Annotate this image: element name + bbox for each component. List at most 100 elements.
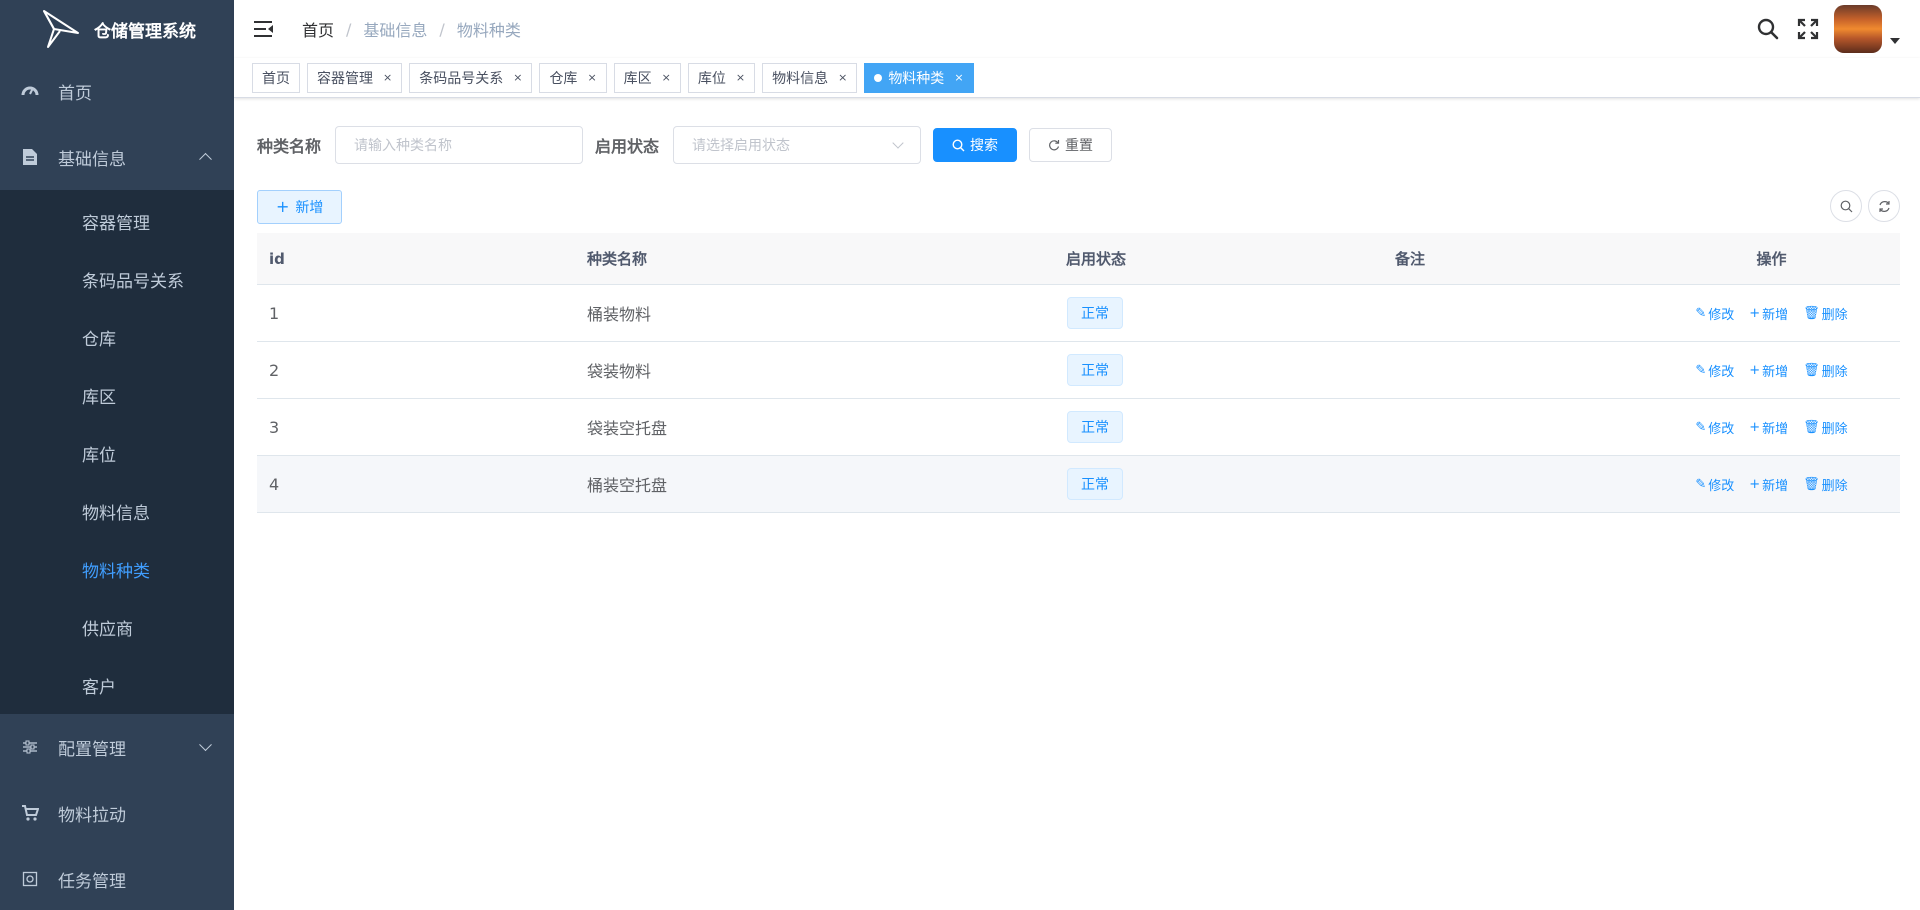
sidebar-item-supplier[interactable]: 供应商 [0,598,234,656]
tag-zone[interactable]: 库区 × [613,62,681,93]
cart-icon [20,803,40,823]
edit-icon: ✎ [1695,476,1707,492]
tag-home[interactable]: 首页 [252,62,300,93]
hamburger-icon[interactable] [254,20,274,38]
refresh-button[interactable] [1868,190,1900,222]
edit-button[interactable]: ✎ 修改 [1695,418,1734,437]
table-row: 4 桶装空托盘 正常 ✎ 修改 + 新增 🗑︎ 删除 [257,456,1900,513]
breadcrumb-basic-info: 基础信息 [363,21,428,40]
fullscreen-icon[interactable] [1796,17,1820,41]
cell-status: 正常 [1037,411,1257,443]
toggle-search-button[interactable] [1830,190,1862,222]
select-placeholder: 请选择启用状态 [692,138,791,154]
sidebar-item-customer[interactable]: 客户 [0,656,234,714]
tag-warehouse[interactable]: 仓库 × [539,62,607,93]
sidebar-item-container[interactable]: 容器管理 [0,192,234,250]
logo: 仓储管理系统 [0,0,234,58]
sidebar-item-label: 首页 [58,83,92,104]
sidebar-item-tasks[interactable]: 任务管理 [0,846,234,910]
add-child-button[interactable]: + 新增 [1749,361,1788,380]
sidebar-item-location[interactable]: 库位 [0,424,234,482]
delete-button[interactable]: 🗑︎ 删除 [1803,361,1848,380]
cell-ops: ✎ 修改 + 新增 🗑︎ 删除 [1643,418,1900,437]
search-icon[interactable] [1756,17,1780,41]
cell-id: 2 [269,360,280,380]
status-select[interactable]: 请选择启用状态 [673,126,922,164]
task-icon [20,869,40,889]
sidebar-item-label: 任务管理 [58,871,126,892]
sidebar-item-home[interactable]: 首页 [0,58,234,124]
edit-icon: ✎ [1695,362,1707,378]
sidebar-item-config[interactable]: 配置管理 [0,714,234,780]
sidebar-item-material-info[interactable]: 物料信息 [0,482,234,540]
right-menu [1756,0,1920,58]
tag-label: 物料信息 [772,70,829,87]
tag-container[interactable]: 容器管理 × [307,62,403,93]
cell-status: 正常 [1037,468,1257,500]
add-child-button[interactable]: + 新增 [1749,418,1788,437]
close-icon[interactable]: × [383,71,392,84]
breadcrumb-separator: / [346,19,352,39]
edit-button[interactable]: ✎ 修改 [1695,304,1734,323]
tag-barcode[interactable]: 条码品号关系 × [409,62,533,93]
column-header-id: id [269,249,285,268]
edit-button[interactable]: ✎ 修改 [1695,361,1734,380]
close-icon[interactable]: × [513,71,522,84]
tag-location[interactable]: 库位 × [687,62,756,93]
add-label: 新增 [1762,307,1789,323]
caret-down-icon[interactable] [1890,38,1900,44]
reset-button[interactable]: 重置 [1029,128,1113,162]
close-icon[interactable]: × [954,71,963,84]
sidebar-item-warehouse[interactable]: 仓库 [0,308,234,366]
sidebar-item-label: 物料拉动 [58,805,126,826]
tag-label: 容器管理 [317,70,373,87]
add-child-button[interactable]: + 新增 [1749,304,1788,323]
cell-id: 1 [269,303,280,323]
sidebar-item-basic-info[interactable]: 基础信息 [0,124,234,190]
avatar[interactable] [1834,5,1882,53]
bird-logo-icon [43,10,79,48]
breadcrumb-home[interactable]: 首页 [302,17,334,41]
tag-label: 物料种类 [888,70,945,87]
close-icon[interactable]: × [662,71,671,84]
table-row: 2 袋装物料 正常 ✎ 修改 + 新增 🗑︎ 删除 [257,342,1900,399]
cell-status: 正常 [1037,297,1257,329]
input-placeholder: 请输入种类名称 [354,138,453,154]
column-header-status: 启用状态 [1066,250,1127,268]
search-form: 种类名称 请输入种类名称 启用状态 请选择启用状态 搜索 重置 [257,126,1113,164]
category-table: id 种类名称 启用状态 备注 操作 1 桶装物料 正常 ✎ 修改 + 新增 🗑︎ 删… [257,233,1900,513]
close-icon[interactable]: × [736,71,745,84]
delete-label: 删除 [1821,421,1848,437]
edit-button[interactable]: ✎ 修改 [1695,475,1734,494]
search-button[interactable]: 搜索 [933,128,1018,162]
cell-name: 袋装空托盘 [587,419,668,438]
delete-button[interactable]: 🗑︎ 删除 [1803,475,1848,494]
edit-label: 修改 [1708,364,1735,380]
reset-button-label: 重置 [1065,138,1094,154]
category-name-input[interactable]: 请输入种类名称 [335,126,584,164]
close-icon[interactable]: × [838,71,847,84]
sidebar-item-zone[interactable]: 库区 [0,366,234,424]
sidebar-item-material-category[interactable]: 物料种类 [0,540,234,598]
sidebar-item-material-pull[interactable]: 物料拉动 [0,780,234,846]
trash-icon: 🗑︎ [1803,419,1820,435]
edit-icon: ✎ [1695,305,1707,321]
add-child-button[interactable]: + 新增 [1749,475,1788,494]
cell-ops: ✎ 修改 + 新增 🗑︎ 删除 [1643,304,1900,323]
add-button-label: 新增 [295,200,324,216]
add-button[interactable]: + 新增 [257,190,343,224]
sidebar-item-label: 配置管理 [58,739,126,760]
tag-material-category[interactable]: 物料种类 × [864,62,974,93]
search-icon [952,138,965,151]
main-content: 种类名称 请输入种类名称 启用状态 请选择启用状态 搜索 重置 + 新增 id … [234,98,1920,910]
app-title: 仓储管理系统 [94,21,196,42]
delete-button[interactable]: 🗑︎ 删除 [1803,418,1848,437]
cell-name: 桶装物料 [587,305,652,324]
sidebar-item-barcode[interactable]: 条码品号关系 [0,250,234,308]
tag-material-info[interactable]: 物料信息 × [762,62,858,93]
close-icon[interactable]: × [587,71,596,84]
chevron-down-icon [892,137,904,149]
tag-label: 仓库 [549,70,578,87]
plus-icon: + [276,197,290,216]
delete-button[interactable]: 🗑︎ 删除 [1803,304,1848,323]
